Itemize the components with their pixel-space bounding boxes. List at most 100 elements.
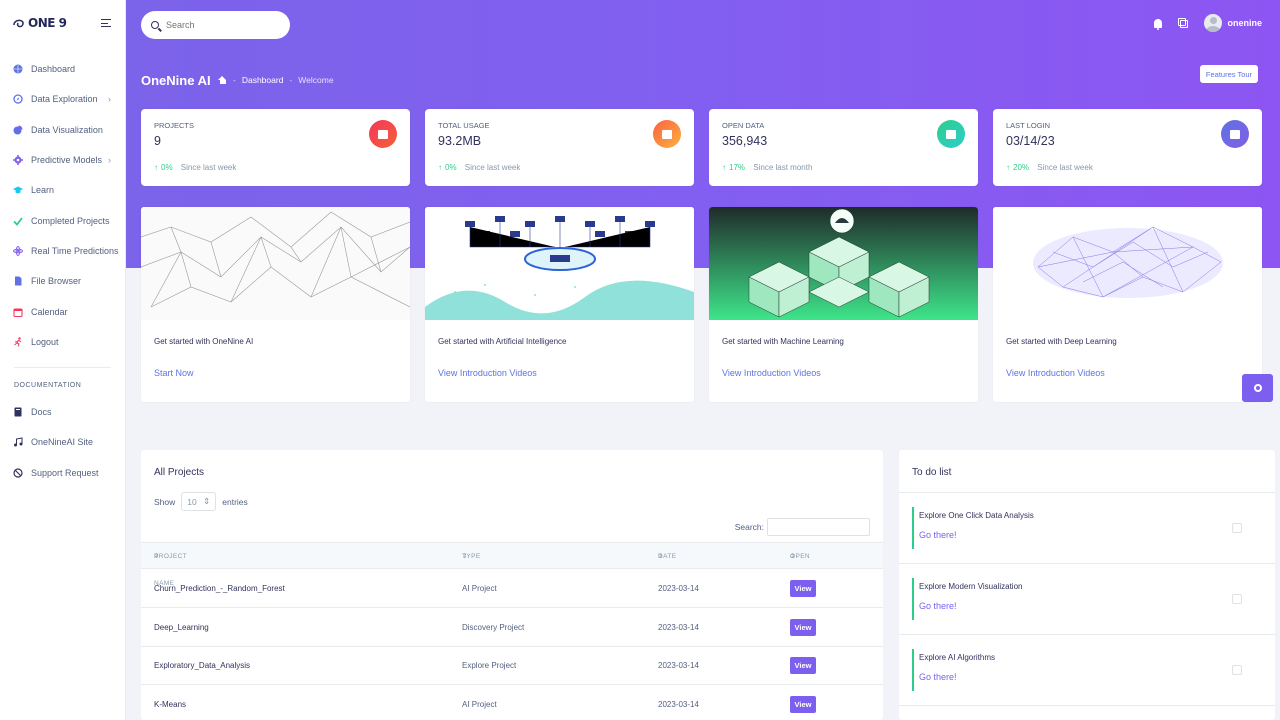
- sidebar-item-real-time-predictions[interactable]: Real Time Predictions: [0, 236, 125, 266]
- todo-checkbox[interactable]: [1232, 665, 1242, 675]
- sidebar-item-onenineai-site[interactable]: OneNineAI Site: [0, 427, 125, 457]
- sidebar-item-support-request[interactable]: Support Request: [0, 458, 125, 488]
- sidebar-item-data-exploration[interactable]: Data Exploration ›: [0, 84, 125, 114]
- sidebar-item-dashboard[interactable]: Dashboard: [0, 54, 125, 84]
- chevron-right-icon: ›: [108, 155, 111, 166]
- stat-label: TOTAL USAGE: [438, 121, 490, 130]
- view-button[interactable]: View: [790, 619, 816, 636]
- column-header-type[interactable]: TYPE ⇕: [462, 543, 480, 570]
- sidebar-item-label: Real Time Predictions: [31, 245, 119, 256]
- table-search-label: Search:: [734, 522, 764, 532]
- sidebar-item-predictive-models[interactable]: Predictive Models ›: [0, 145, 125, 175]
- file-icon: [13, 276, 23, 286]
- project-name: Churn_Prediction_-_Random_Forest: [154, 584, 285, 593]
- search-box[interactable]: [141, 11, 290, 39]
- search-input[interactable]: [166, 20, 276, 30]
- sidebar-item-data-visualization[interactable]: Data Visualization: [0, 115, 125, 145]
- support-icon: [13, 468, 23, 478]
- ai-circuit-image: [425, 207, 694, 320]
- stat-period: Since last month: [753, 163, 813, 172]
- book-icon: [13, 407, 23, 417]
- column-header-open[interactable]: OPEN ⇕: [790, 543, 810, 570]
- brand: ONE 9: [0, 0, 125, 46]
- top-right-actions: onenine: [1154, 14, 1262, 32]
- todo-item: Explore One Click Data Analysis Go there…: [899, 493, 1275, 564]
- breadcrumb-separator: -: [289, 75, 293, 85]
- chevron-right-icon: ›: [108, 94, 111, 105]
- todo-item: Explore AI Algorithms Go there!: [899, 635, 1275, 706]
- table-search-input[interactable]: [767, 518, 870, 536]
- running-icon: [13, 337, 23, 347]
- home-icon[interactable]: [218, 76, 227, 84]
- sidebar-item-label: Calendar: [31, 306, 68, 317]
- stat-footer: ↑ 0% Since last week: [154, 163, 236, 172]
- stat-card-total-usage: TOTAL USAGE 93.2MB ↑ 0% Since last week: [425, 109, 694, 186]
- sidebar-item-file-browser[interactable]: File Browser: [0, 266, 125, 296]
- view-button[interactable]: View: [790, 580, 816, 597]
- stat-label: LAST LOGIN: [1006, 121, 1051, 130]
- page-title: OneNine AI: [141, 73, 211, 88]
- table-row: Deep_Learning Discovery Project 2023-03-…: [141, 608, 883, 647]
- start-now-link[interactable]: Start Now: [154, 368, 194, 378]
- sidebar-item-completed-projects[interactable]: Completed Projects: [0, 205, 125, 235]
- todo-item: Explore Modern Visualization Go there!: [899, 564, 1275, 635]
- graduation-cap-icon: [13, 185, 23, 195]
- settings-gear-button[interactable]: [1242, 374, 1273, 402]
- view-button[interactable]: View: [790, 657, 816, 674]
- todo-checkbox[interactable]: [1232, 594, 1242, 604]
- bell-icon[interactable]: [1154, 18, 1163, 30]
- sidebar-item-docs[interactable]: Docs: [0, 397, 125, 427]
- features-tour-button[interactable]: Features Tour: [1200, 65, 1258, 83]
- intro-caption: Get started with Machine Learning: [722, 337, 844, 346]
- stat-value: 356,943: [722, 134, 768, 148]
- column-header-date[interactable]: DATE ⇕: [658, 543, 676, 570]
- go-there-link[interactable]: Go there!: [919, 601, 957, 611]
- view-videos-link[interactable]: View Introduction Videos: [438, 368, 537, 378]
- windows-icon[interactable]: [1178, 18, 1189, 28]
- go-there-link[interactable]: Go there!: [919, 672, 957, 682]
- project-name: K-Means: [154, 700, 187, 709]
- stat-period: Since last week: [464, 163, 521, 172]
- sidebar-item-label: Docs: [31, 407, 52, 418]
- stat-footer: ↑ 0% Since last week: [438, 163, 520, 172]
- view-videos-link[interactable]: View Introduction Videos: [722, 368, 821, 378]
- project-date: 2023-03-14: [658, 700, 699, 709]
- entries-label: entries: [222, 496, 248, 507]
- stat-period: Since last week: [180, 163, 237, 172]
- view-button[interactable]: View: [790, 696, 816, 713]
- entries-select[interactable]: 10 ⇕: [181, 492, 217, 511]
- table-header: PROJECT NAME ⇕ TYPE ⇕ DATE ⇕ OPEN ⇕: [141, 542, 883, 587]
- user-menu[interactable]: onenine: [1204, 14, 1262, 32]
- stat-change: 17%: [729, 163, 746, 172]
- menu-toggle-icon[interactable]: [101, 19, 111, 27]
- todo-checkbox[interactable]: [1232, 523, 1242, 533]
- all-projects-card: All Projects Show 10 ⇕ entries Search: PR…: [141, 450, 883, 720]
- compass-icon: [13, 94, 23, 105]
- stat-footer: ↑ 20% Since last week: [1006, 163, 1093, 172]
- sidebar-nav: Dashboard Data Exploration › Data Visual…: [0, 54, 125, 357]
- sidebar-item-logout[interactable]: Logout: [0, 327, 125, 357]
- ml-isometric-image: [709, 207, 978, 320]
- sidebar-item-learn[interactable]: Learn: [0, 175, 125, 205]
- stat-change: 20%: [1013, 163, 1030, 172]
- stat-value: 93.2MB: [438, 134, 482, 148]
- todo-title: To do list: [912, 467, 952, 478]
- project-type: AI Project: [462, 584, 497, 593]
- documentation-nav: Docs OneNineAI Site Support Request: [0, 397, 125, 488]
- sidebar-item-label: Predictive Models: [31, 155, 103, 166]
- logo[interactable]: ONE 9: [12, 16, 67, 30]
- sidebar-item-calendar[interactable]: Calendar: [0, 296, 125, 326]
- go-there-link[interactable]: Go there!: [919, 530, 957, 540]
- todo-item-title: Explore Modern Visualization: [919, 582, 1023, 591]
- breadcrumb-dashboard[interactable]: Dashboard: [242, 75, 284, 85]
- entries-value: 10: [187, 496, 197, 507]
- music-note-icon: [13, 437, 23, 447]
- sidebar-item-label: Data Visualization: [31, 124, 103, 135]
- table-row: Churn_Prediction_-_Random_Forest AI Proj…: [141, 569, 883, 608]
- check-icon: [13, 216, 23, 226]
- column-header-project-name[interactable]: PROJECT NAME ⇕: [154, 543, 187, 587]
- breadcrumb: - Dashboard - Welcome: [218, 75, 334, 85]
- search-icon: [151, 21, 159, 29]
- view-videos-link[interactable]: View Introduction Videos: [1006, 368, 1105, 378]
- stat-card-projects: PROJECTS 9 ↑ 0% Since last week: [141, 109, 410, 186]
